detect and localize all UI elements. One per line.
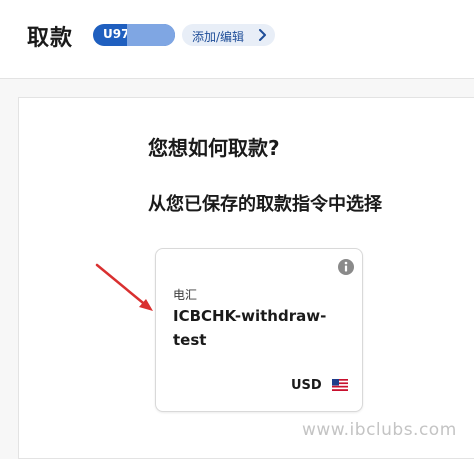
account-badge[interactable]: U97 <box>93 24 175 46</box>
page-title: 取款 <box>27 26 74 51</box>
annotation-arrow <box>95 263 153 311</box>
us-flag-icon <box>332 379 348 391</box>
add-edit-link[interactable]: 添加/编辑 <box>182 24 275 46</box>
saved-instructions-heading: 从您已保存的取款指令中选择 <box>148 194 382 215</box>
withdrawal-instruction-card[interactable]: 电汇 ICBCHK-withdraw-test USD <box>155 248 363 412</box>
top-bar: 取款 U97 添加/编辑 <box>0 0 474 79</box>
chevron-right-icon <box>259 29 266 41</box>
instruction-name: ICBCHK-withdraw-test <box>173 307 327 349</box>
withdraw-question: 您想如何取款? <box>148 136 280 160</box>
watermark: www.ibclubs.com <box>302 420 457 440</box>
info-icon[interactable] <box>337 258 355 276</box>
account-id: U97 <box>103 27 130 41</box>
add-edit-label: 添加/编辑 <box>192 30 245 44</box>
account-id-redaction <box>127 24 175 46</box>
currency-code: USD <box>291 378 322 393</box>
transfer-method: 电汇 <box>173 288 198 302</box>
